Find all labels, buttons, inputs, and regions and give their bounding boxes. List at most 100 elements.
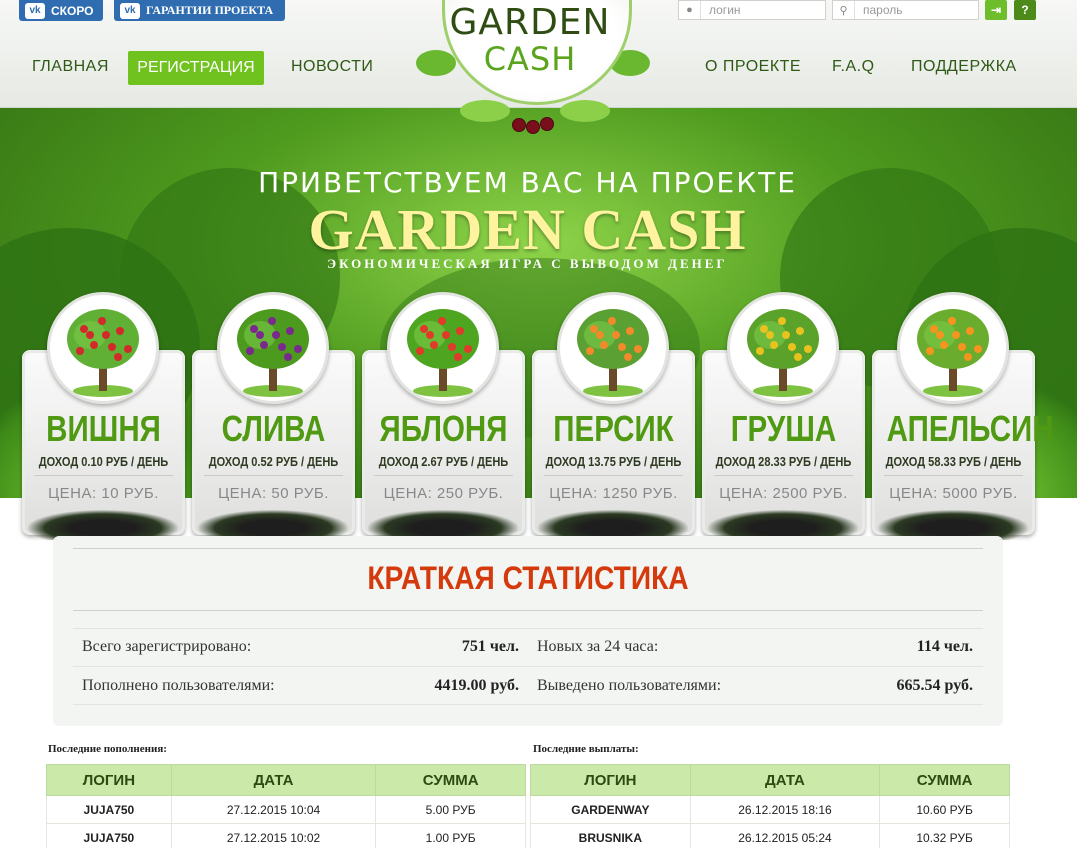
tree-name: ГРУША — [730, 408, 837, 449]
card-divider — [884, 475, 1023, 476]
login-input[interactable]: ● логин — [678, 0, 826, 20]
key-icon: ⚲ — [833, 1, 855, 19]
card-divider — [714, 475, 853, 476]
tree-image — [217, 292, 329, 404]
tree-image — [727, 292, 839, 404]
logo-text-cash: CASH — [483, 40, 577, 78]
divider — [73, 610, 983, 611]
table-cell: 26.12.2015 18:16 — [689, 795, 881, 824]
table-row: GARDENWAY 26.12.2015 18:16 10.60 РУБ — [530, 795, 1010, 824]
stat-new24-value: 114 чел. — [916, 638, 973, 655]
tree-name: СЛИВА — [221, 408, 326, 449]
nav-faq[interactable]: F.A.Q — [832, 58, 875, 76]
divider — [73, 548, 983, 549]
berry-icon — [540, 117, 554, 131]
table-cell: 10.60 РУБ — [879, 795, 1010, 824]
table-cell: 27.12.2015 10:02 — [170, 823, 377, 848]
table-header-row: ЛОГИН ДАТА СУММА — [46, 764, 526, 796]
table-cell: GARDENWAY — [530, 795, 691, 824]
nav-register-label: РЕГИСТРАЦИЯ — [137, 59, 255, 76]
column-header: СУММА — [375, 764, 526, 796]
table-cell: 27.12.2015 10:04 — [170, 795, 377, 824]
berry-icon — [526, 120, 540, 134]
nav-home[interactable]: ГЛАВНАЯ — [32, 58, 109, 76]
tree-image — [557, 292, 669, 404]
nav-news[interactable]: НОВОСТИ — [291, 58, 373, 76]
login-placeholder: логин — [709, 3, 741, 17]
hero-title: GARDEN CASH — [308, 197, 747, 262]
tree-income: ДОХОД 28.33 РУБ / ДЕНЬ — [715, 454, 852, 469]
table-cell: BRUSNIKA — [530, 823, 691, 848]
login-submit-button[interactable]: ⇥ — [985, 0, 1007, 20]
divider — [73, 628, 983, 629]
sign-in-icon: ⇥ — [990, 3, 1002, 17]
card-divider — [374, 475, 513, 476]
tree-name: ПЕРСИК — [553, 408, 674, 449]
leaf-decoration — [460, 100, 510, 122]
password-input[interactable]: ⚲ пароль — [832, 0, 979, 20]
hero-welcome: ПРИВЕТСТВУЕМ ВАС НА ПРОЕКТЕ — [258, 166, 797, 199]
vk-icon: vk — [25, 2, 45, 19]
vk-guarantee-label: ГАРАНТИИ ПРОЕКТА — [146, 3, 274, 17]
help-button[interactable]: ? — [1014, 0, 1036, 20]
table-row: JUJA750 27.12.2015 10:02 1.00 РУБ — [46, 823, 526, 848]
stat-withdrawn-label: Выведено пользователями: — [537, 677, 722, 694]
stat-withdrawn-value: 665.54 руб. — [896, 677, 973, 694]
column-header: ЛОГИН — [530, 764, 691, 796]
card-divider — [34, 475, 173, 476]
tree-image — [897, 292, 1009, 404]
tree-price: ЦЕНА: 2500 РУБ. — [719, 485, 848, 502]
divider — [73, 666, 983, 667]
help-icon: ? — [1021, 3, 1029, 17]
tree-income: ДОХОД 58.33 РУБ / ДЕНЬ — [885, 454, 1022, 469]
tree-price: ЦЕНА: 10 РУБ. — [48, 485, 159, 502]
nav-register-button[interactable]: РЕГИСТРАЦИЯ — [128, 51, 264, 85]
tree-income: ДОХОД 0.52 РУБ / ДЕНЬ — [208, 454, 339, 469]
column-header: ДАТА — [170, 764, 377, 796]
vk-soon-button[interactable]: vk СКОРО — [19, 0, 103, 21]
table-row: BRUSNIKA 26.12.2015 05:24 10.32 РУБ — [530, 823, 1010, 848]
column-header: ЛОГИН — [46, 764, 172, 796]
deposits-table: ЛОГИН ДАТА СУММА JUJA750 27.12.2015 10:0… — [46, 764, 526, 848]
tree-image — [387, 292, 499, 404]
column-header: ДАТА — [689, 764, 881, 796]
table-cell: 5.00 РУБ — [375, 795, 526, 824]
berry-icon — [512, 118, 526, 132]
payouts-caption: Последние выплаты: — [533, 743, 639, 755]
tree-name: ВИШНЯ — [46, 408, 161, 449]
vk-soon-label: СКОРО — [51, 3, 94, 18]
site-logo[interactable]: GARDEN CASH — [416, 0, 650, 140]
nav-support[interactable]: ПОДДЕРЖКА — [911, 58, 1017, 76]
nav-about[interactable]: О ПРОЕКТЕ — [705, 58, 801, 76]
table-header-row: ЛОГИН ДАТА СУММА — [530, 764, 1010, 796]
password-placeholder: пароль — [863, 3, 903, 17]
tree-image — [47, 292, 159, 404]
card-divider — [204, 475, 343, 476]
card-divider — [544, 475, 683, 476]
vk-guarantee-button[interactable]: vk ГАРАНТИИ ПРОЕКТА — [114, 0, 285, 21]
stats-title: КРАТКАЯ СТАТИСТИКА — [367, 560, 689, 596]
stat-registered-value: 751 чел. — [461, 638, 519, 655]
vk-icon: vk — [120, 2, 140, 19]
tree-price: ЦЕНА: 250 РУБ. — [383, 485, 504, 502]
leaf-decoration — [560, 100, 610, 122]
logo-text-garden: GARDEN — [449, 2, 611, 43]
table-row: JUJA750 27.12.2015 10:04 5.00 РУБ — [46, 795, 526, 824]
table-cell: JUJA750 — [46, 795, 172, 824]
tree-income: ДОХОД 13.75 РУБ / ДЕНЬ — [545, 454, 682, 469]
tree-name: ЯБЛОНЯ — [379, 408, 508, 449]
stat-registered-label: Всего зарегистрировано: — [82, 638, 252, 655]
deposits-caption: Последние пополнения: — [48, 743, 167, 755]
hero-subtitle: ЭКОНОМИЧЕСКАЯ ИГРА С ВЫВОДОМ ДЕНЕГ — [327, 256, 728, 271]
table-cell: 1.00 РУБ — [375, 823, 526, 848]
column-header: СУММА — [879, 764, 1010, 796]
tree-price: ЦЕНА: 5000 РУБ. — [889, 485, 1018, 502]
table-cell: JUJA750 — [46, 823, 172, 848]
tree-name: АПЕЛЬСИН — [886, 408, 1054, 449]
tree-income: ДОХОД 2.67 РУБ / ДЕНЬ — [378, 454, 509, 469]
user-icon: ● — [679, 1, 701, 19]
tree-price: ЦЕНА: 1250 РУБ. — [549, 485, 678, 502]
stat-deposited-label: Пополнено пользователями: — [82, 677, 275, 694]
tree-price: ЦЕНА: 50 РУБ. — [218, 485, 329, 502]
table-cell: 10.32 РУБ — [879, 823, 1010, 848]
